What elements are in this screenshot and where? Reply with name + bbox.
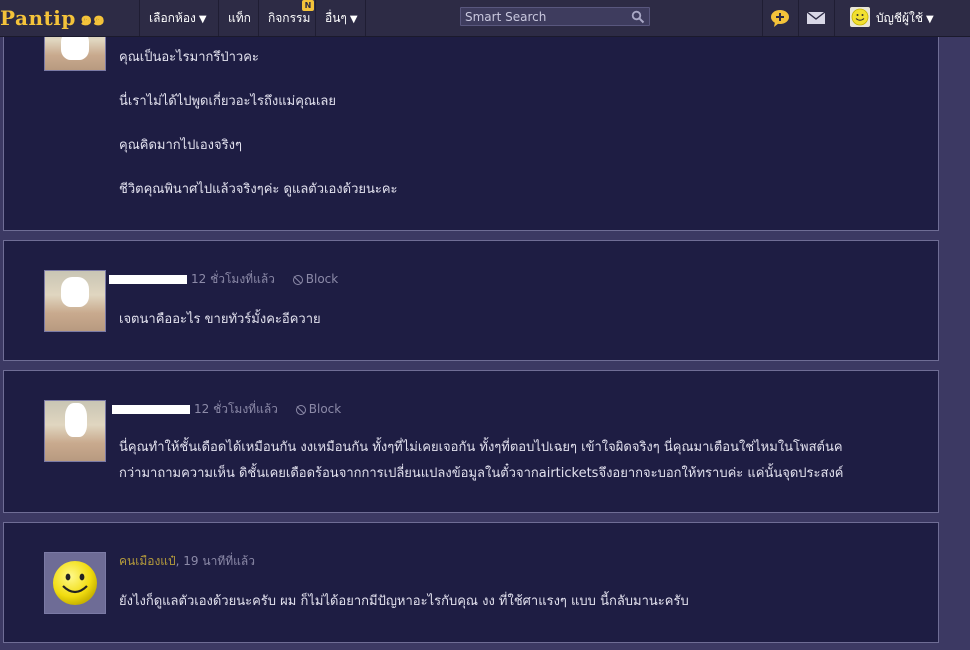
comment-line: เจตนาคืออะไร ขายทัวร์มั้งคะอีควาย [119,312,321,327]
avatar[interactable] [44,552,106,614]
avatar[interactable] [44,270,106,332]
top-navbar: Pantip ๑๑ เลือกห้อง ▼ แท็ก กิจกรรม N อื่น… [0,0,970,37]
avatar-redaction [61,277,89,307]
nav-divider [762,0,763,36]
menu-activities-label: กิจกรรม [268,11,311,25]
avatar-redaction [65,403,87,437]
menu-more-label: อื่นๆ [325,11,347,25]
block-icon [292,274,303,285]
comment-meta: คนเมืองแป๋, 19 นาทีที่แล้ว [119,552,255,571]
comment-card: คนเมืองแป๋, 19 นาทีที่แล้ว ยังไงก็ดูแลตั… [3,522,939,643]
new-topic-icon[interactable] [769,8,791,28]
new-badge: N [302,0,314,11]
search-input[interactable] [461,8,626,25]
comment-card: 12 ชั่วโมงที่แล้ว Block นี่คุณทำให้ชั้นเ… [3,370,939,513]
block-icon [295,404,306,415]
avatar[interactable] [44,400,106,462]
pantip-logo[interactable]: Pantip ๑๑ [0,4,105,32]
menu-tags-label: แท็ก [228,11,251,25]
comment-text: คุณเป็นอะไรมากรึป่าวคะ นี่เราไม่ได้ไปพูด… [119,47,398,223]
caret-down-icon: ▼ [349,14,358,25]
block-label: Block [308,402,342,416]
comment-text: เจตนาคืออะไร ขายทัวร์มั้งคะอีควาย [119,309,321,353]
nav-divider [218,0,219,36]
comment-card: 12 ชั่วโมงที่แล้ว Block เจตนาคืออะไร ขาย… [3,240,939,361]
menu-tags[interactable]: แท็ก [228,0,251,36]
comment-time: 12 ชั่วโมงที่แล้ว [194,402,278,416]
redacted-username [109,275,187,284]
nav-divider [365,0,366,36]
comment-line: ชีวิตคุณพินาศไปแล้วจริงๆค่ะ ดูแลตัวเองด้… [119,182,398,197]
smiley-icon [851,8,869,26]
comment-meta: 12 ชั่วโมงที่แล้ว Block [109,270,338,289]
block-label: Block [305,272,339,286]
user-avatar[interactable] [850,7,870,27]
menu-more[interactable]: อื่นๆ ▼ [325,0,358,36]
smart-search [460,7,650,26]
caret-down-icon: ▼ [198,14,207,25]
comment-meta: 12 ชั่วโมงที่แล้ว Block [112,400,341,419]
search-icon[interactable] [631,10,645,24]
comment-line: ยังไงก็ดูแลตัวเองด้วยนะครับ ผม ก็ไม่ได้อ… [119,594,689,609]
block-link[interactable]: Block [292,272,339,286]
nav-divider [139,0,140,36]
smiley-icon [53,561,97,605]
nav-divider [258,0,259,36]
caret-down-icon: ▼ [926,14,934,25]
comment-line: กว่ามาถามความเห็น ดิชั้นเคยเดือดร้อนจากก… [119,466,844,481]
comment-card: คุณเป็นอะไรมากรึป่าวคะ นี่เราไม่ได้ไปพูด… [3,19,939,231]
nav-divider [798,0,799,36]
logo-mark: ๑๑ [79,6,106,30]
comment-time: , 19 นาทีที่แล้ว [175,554,255,568]
block-link[interactable]: Block [295,402,342,416]
comment-line: นี่คุณทำให้ชั้นเดือดได้เหมือนกัน งงเหมือ… [119,440,843,455]
nav-divider [315,0,316,36]
account-menu[interactable]: บัญชีผู้ใช้ ▼ [876,0,934,36]
menu-rooms-label: เลือกห้อง [149,11,196,25]
comment-line: คุณเป็นอะไรมากรึป่าวคะ [119,50,259,65]
comment-author[interactable]: คนเมืองแป๋ [119,554,176,568]
redacted-username [112,405,190,414]
nav-divider [834,0,835,36]
comment-line: คุณคิดมากไปเองจริงๆ [119,138,242,153]
comment-time: 12 ชั่วโมงที่แล้ว [191,272,275,286]
comment-text: ยังไงก็ดูแลตัวเองด้วยนะครับ ผม ก็ไม่ได้อ… [119,591,689,635]
account-label: บัญชีผู้ใช้ [876,11,924,25]
menu-rooms[interactable]: เลือกห้อง ▼ [149,0,207,36]
logo-text: Pantip [0,6,76,30]
comment-text: นี่คุณทำให้ชั้นเดือดได้เหมือนกัน งงเหมือ… [119,435,843,487]
mail-icon[interactable] [805,8,827,28]
comment-line: นี่เราไม่ได้ไปพูดเกี่ยวอะไรถึงแม่คุณเลย [119,94,336,109]
